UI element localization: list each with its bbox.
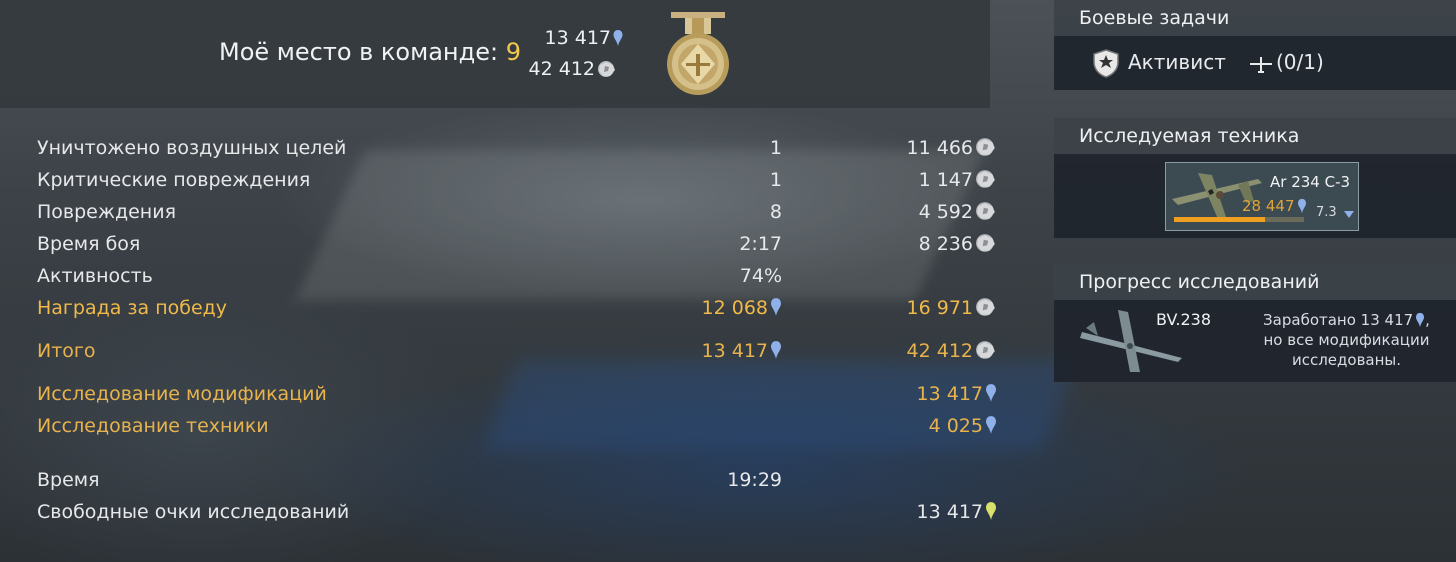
research-point-icon bbox=[771, 341, 781, 359]
progress-description: Заработано 13 417, но все модификации ис… bbox=[1263, 311, 1430, 369]
stat-reward: 8 236 bbox=[919, 233, 997, 255]
stat-value: 1 bbox=[769, 137, 782, 159]
stat-row-vehicle-research: Исследование техники 4 025 bbox=[37, 415, 997, 445]
silver-lion-icon bbox=[976, 341, 995, 359]
silver-lion-icon bbox=[976, 138, 995, 156]
research-vehicle-name: Ar 234 C-3 bbox=[1270, 173, 1351, 191]
research-vehicle-title: Исследуемая техника bbox=[1054, 118, 1456, 154]
silver-lion-icon bbox=[976, 298, 995, 316]
battle-rating: 7.3 bbox=[1316, 205, 1355, 220]
progress-vehicle-name: BV.238 bbox=[1156, 310, 1211, 329]
free-research-point-icon bbox=[986, 502, 996, 520]
research-point-icon bbox=[1297, 198, 1306, 214]
stat-label: Уничтожено воздушных целей bbox=[37, 137, 347, 159]
stat-reward: 4 025 bbox=[929, 415, 997, 437]
stat-row-air-kills: Уничтожено воздушных целей 1 11 466 bbox=[37, 137, 997, 167]
stat-label: Исследование техники bbox=[37, 415, 269, 437]
stat-value: 74% bbox=[739, 265, 782, 287]
shield-icon bbox=[1093, 49, 1119, 78]
silver-lion-icon bbox=[598, 61, 615, 77]
silver-lion-icon bbox=[976, 202, 995, 220]
battle-task-item[interactable]: Активист (0/1) bbox=[1054, 36, 1456, 90]
research-point-icon bbox=[613, 30, 623, 46]
stat-row-critical-damage: Критические повреждения 1 1 147 bbox=[37, 169, 997, 199]
stat-label: Время боя bbox=[37, 233, 141, 255]
stat-row-time: Время 19:29 bbox=[37, 469, 997, 499]
battle-tasks-title: Боевые задачи bbox=[1054, 0, 1456, 36]
research-point-icon bbox=[986, 384, 996, 402]
stat-reward: 11 466 bbox=[907, 137, 997, 159]
header-sl-total: 42 412 bbox=[497, 58, 617, 80]
battle-tasks-panel: Боевые задачи Активист (0/1) bbox=[1054, 0, 1456, 90]
stat-value: 1 bbox=[769, 169, 782, 191]
research-point-icon bbox=[986, 416, 996, 434]
team-place: Моё место в команде: 9 bbox=[219, 38, 521, 66]
research-progress-fill bbox=[1174, 217, 1265, 222]
stat-label: Повреждения bbox=[37, 201, 177, 223]
stat-row-battle-time: Время боя 2:17 8 236 bbox=[37, 233, 997, 263]
stat-label: Итого bbox=[37, 340, 96, 362]
stat-label: Награда за победу bbox=[37, 297, 228, 319]
stat-row-total: Итого 13 417 42 412 bbox=[37, 340, 997, 370]
stat-row-free-rp: Свободные очки исследований 13 417 bbox=[37, 501, 997, 531]
stat-row-victory-reward: Награда за победу 12 068 16 971 bbox=[37, 297, 997, 327]
research-vehicle-card[interactable]: Ar 234 C-3 28 447 7.3 bbox=[1165, 162, 1359, 231]
research-progress-panel: Прогресс исследований BV.238 Заработано … bbox=[1054, 264, 1456, 382]
header-rp-value: 13 417 bbox=[544, 27, 611, 49]
stat-row-mod-research: Исследование модификаций 13 417 bbox=[37, 383, 997, 413]
stat-value: 8 bbox=[769, 201, 782, 223]
task-name: Активист bbox=[1128, 50, 1226, 74]
header-sl-value: 42 412 bbox=[528, 58, 595, 80]
research-vehicle-rp: 28 447 bbox=[1242, 197, 1307, 215]
stat-value: 12 068 bbox=[702, 297, 782, 319]
stat-reward: 1 147 bbox=[919, 169, 997, 191]
header-rp-total: 13 417 bbox=[503, 27, 623, 49]
stat-value: 19:29 bbox=[727, 469, 782, 491]
research-progress-title: Прогресс исследований bbox=[1054, 264, 1456, 300]
stat-label: Время bbox=[37, 469, 100, 491]
research-progress-bar bbox=[1174, 217, 1304, 222]
research-point-icon bbox=[771, 298, 781, 316]
stat-reward: 42 412 bbox=[907, 340, 997, 362]
stat-value: 13 417 bbox=[702, 340, 782, 362]
stat-reward: 13 417 bbox=[917, 501, 997, 523]
stat-label: Критические повреждения bbox=[37, 169, 311, 191]
silver-lion-icon bbox=[976, 170, 995, 188]
stat-reward: 13 417 bbox=[917, 383, 997, 405]
stat-row-activity: Активность 74% bbox=[37, 265, 997, 295]
silver-lion-icon bbox=[976, 234, 995, 252]
team-place-label: Моё место в команде: bbox=[219, 38, 499, 66]
medal-icon bbox=[667, 12, 729, 95]
stat-label: Свободные очки исследований bbox=[37, 501, 350, 523]
battle-result-header: Моё место в команде: 9 13 417 42 412 bbox=[0, 0, 990, 108]
stat-value: 2:17 bbox=[739, 233, 782, 255]
stat-row-damage: Повреждения 8 4 592 bbox=[37, 201, 997, 231]
research-vehicle-panel: Исследуемая техника Ar 234 C-3 28 447 7.… bbox=[1054, 118, 1456, 238]
plane-icon bbox=[1250, 57, 1272, 73]
stat-label: Исследование модификаций bbox=[37, 383, 327, 405]
stat-reward: 4 592 bbox=[919, 201, 997, 223]
research-point-icon bbox=[1416, 312, 1425, 328]
stat-reward: 16 971 bbox=[907, 297, 997, 319]
stat-label: Активность bbox=[37, 265, 153, 287]
task-progress: (0/1) bbox=[1276, 50, 1324, 74]
battle-rating-icon bbox=[1343, 211, 1354, 218]
